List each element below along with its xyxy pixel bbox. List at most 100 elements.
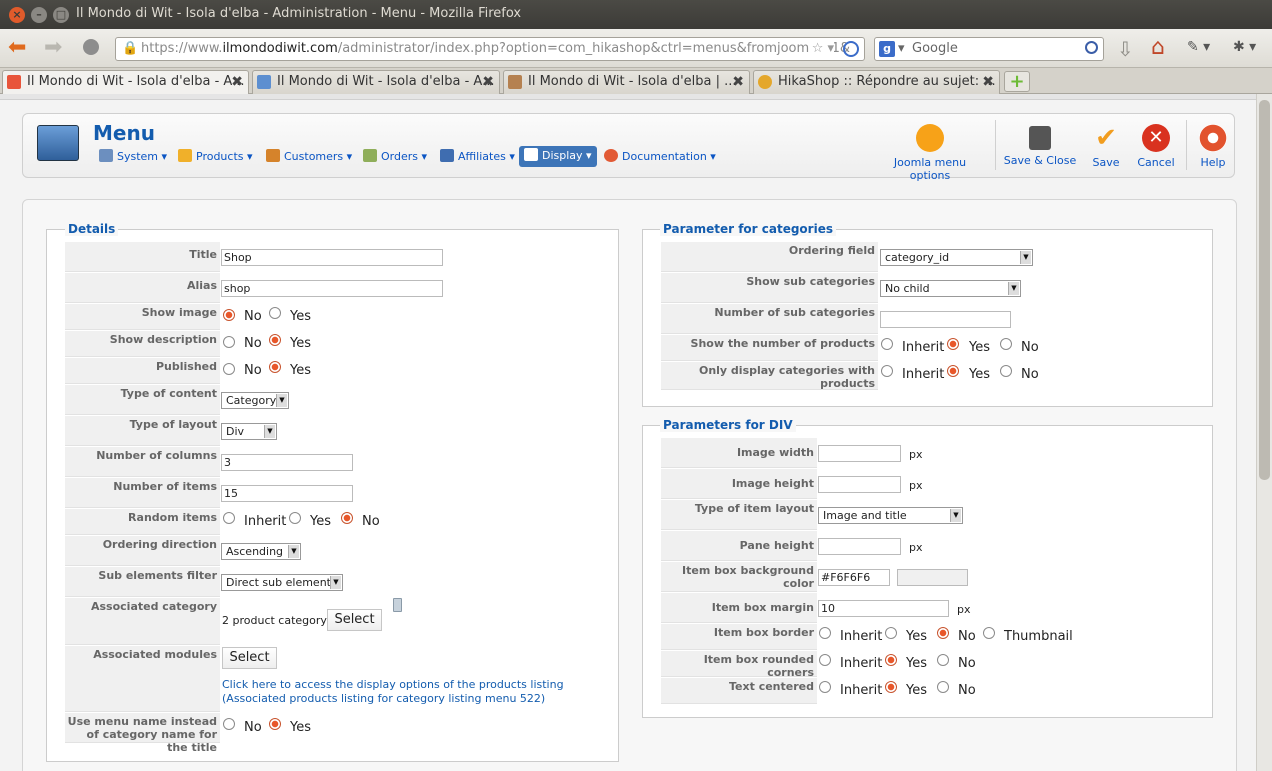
show-number-inherit-radio[interactable] — [881, 338, 893, 350]
associated-modules-select-button[interactable]: Select — [222, 647, 277, 669]
back-icon[interactable]: ⬅ — [8, 37, 26, 59]
save-button[interactable]: ✔ Save — [1089, 120, 1123, 172]
products-listing-link[interactable]: Click here to access the display options… — [222, 678, 564, 692]
text-centered-yes-radio[interactable] — [885, 681, 897, 693]
no-label: No — [1021, 340, 1039, 355]
site-icon — [508, 75, 522, 89]
browser-tab[interactable]: HikaShop :: Répondre au sujet: ... ✖ — [753, 70, 1000, 94]
minimize-window-icon[interactable]: – — [31, 7, 47, 23]
menu-display[interactable]: Display ▾ — [519, 146, 597, 167]
random-items-inherit-radio[interactable] — [223, 512, 235, 524]
page-scrollbar[interactable] — [1256, 94, 1272, 771]
admin-toolbar: Menu System ▾ Products ▾ Customers ▾ Ord… — [22, 113, 1235, 182]
alias-input[interactable] — [221, 280, 443, 297]
text-centered-no-radio[interactable] — [937, 681, 949, 693]
identity-icon[interactable] — [83, 39, 99, 55]
ordering-direction-select[interactable]: Ascending ▼ — [221, 543, 301, 560]
reload-icon[interactable] — [843, 41, 859, 57]
sub-elements-filter-select[interactable]: Direct sub elements ▼ — [221, 574, 343, 591]
close-tab-icon[interactable]: ✖ — [231, 71, 243, 93]
help-button[interactable]: Help — [1195, 120, 1231, 172]
show-image-no-radio[interactable] — [223, 309, 235, 321]
menu-products[interactable]: Products ▾ — [178, 149, 253, 165]
new-tab-icon[interactable]: + — [1004, 71, 1030, 92]
menu-orders[interactable]: Orders ▾ — [363, 149, 427, 165]
url-bar[interactable]: 🔒 https://www.ilmondodiwit.com/administr… — [115, 37, 865, 61]
search-icon[interactable] — [1085, 41, 1098, 54]
categories-legend: Parameter for categories — [660, 222, 836, 236]
extension-icon[interactable]: ✱ ▾ — [1233, 39, 1256, 55]
browser-tab[interactable]: Il Mondo di Wit - Isola d'elba - A... ✖ — [252, 70, 500, 94]
title-input[interactable] — [221, 249, 443, 266]
inherit-label: Inherit — [902, 367, 945, 382]
bookmark-star-icon[interactable]: ☆ ▾ — [808, 38, 834, 60]
show-number-yes-radio[interactable] — [947, 338, 959, 350]
item-box-border-inherit-radio[interactable] — [819, 627, 831, 639]
show-sub-categories-select[interactable]: No child ▼ — [880, 280, 1021, 297]
home-icon[interactable]: ⌂ — [1151, 35, 1165, 60]
menu-affiliates[interactable]: Affiliates ▾ — [440, 149, 515, 165]
cancel-button[interactable]: ✕ Cancel — [1135, 120, 1177, 172]
close-tab-icon[interactable]: ✖ — [982, 71, 994, 93]
search-bar[interactable]: g ▾ Google — [874, 37, 1104, 61]
show-number-of-products-label: Show the number of products — [661, 335, 878, 361]
only-display-no-radio[interactable] — [1000, 365, 1012, 377]
text-centered-inherit-radio[interactable] — [819, 681, 831, 693]
browser-tab[interactable]: Il Mondo di Wit - Isola d'elba - A... ✖ — [2, 70, 249, 94]
yes-label: Yes — [906, 683, 927, 698]
random-items-yes-radio[interactable] — [289, 512, 301, 524]
delete-icon[interactable] — [393, 598, 402, 612]
joomla-menu-options-button[interactable]: Joomla menu options — [876, 120, 984, 182]
show-description-label: Show description — [65, 331, 220, 357]
type-of-item-layout-select[interactable]: Image and title ▼ — [818, 507, 963, 524]
published-yes-radio[interactable] — [269, 361, 281, 373]
scrollbar-thumb[interactable] — [1259, 100, 1270, 480]
show-image-yes-radio[interactable] — [269, 307, 281, 319]
use-menu-name-no-radio[interactable] — [223, 718, 235, 730]
pane-height-input[interactable] — [818, 538, 901, 555]
window-titlebar: × – □ Il Mondo di Wit - Isola d'elba - A… — [0, 0, 1272, 29]
forward-icon[interactable]: ➡ — [44, 37, 62, 59]
title-label: Title — [65, 242, 220, 272]
menu-documentation[interactable]: Documentation ▾ — [604, 149, 716, 165]
random-items-no-radio[interactable] — [341, 512, 353, 524]
menu-system[interactable]: System ▾ — [99, 149, 167, 165]
only-display-yes-radio[interactable] — [947, 365, 959, 377]
rounded-corners-yes-radio[interactable] — [885, 654, 897, 666]
show-description-no-radio[interactable] — [223, 336, 235, 348]
tab-label: Il Mondo di Wit - Isola d'elba | ... — [528, 74, 737, 89]
save-close-button[interactable]: Save & Close — [1003, 120, 1077, 172]
show-number-no-radio[interactable] — [1000, 338, 1012, 350]
only-display-inherit-radio[interactable] — [881, 365, 893, 377]
item-box-border-yes-radio[interactable] — [885, 627, 897, 639]
close-window-icon[interactable]: × — [9, 7, 25, 23]
use-menu-name-yes-radio[interactable] — [269, 718, 281, 730]
number-of-items-input[interactable] — [221, 485, 353, 502]
item-box-border-thumbnail-radio[interactable] — [983, 627, 995, 639]
item-box-border-no-radio[interactable] — [937, 627, 949, 639]
ordering-field-select[interactable]: category_id ▼ — [880, 249, 1033, 266]
image-width-input[interactable] — [818, 445, 901, 462]
number-of-sub-categories-input[interactable] — [880, 311, 1011, 328]
item-box-margin-input[interactable] — [818, 600, 949, 617]
close-tab-icon[interactable]: ✖ — [732, 71, 744, 93]
download-icon[interactable]: ⇩ — [1117, 37, 1134, 61]
rounded-corners-inherit-radio[interactable] — [819, 654, 831, 666]
type-of-layout-select[interactable]: Div ▼ — [221, 423, 277, 440]
dropper-icon[interactable]: ✎ ▾ — [1187, 39, 1210, 55]
show-description-yes-radio[interactable] — [269, 334, 281, 346]
color-swatch[interactable] — [897, 569, 968, 586]
close-tab-icon[interactable]: ✖ — [482, 71, 494, 93]
published-no-radio[interactable] — [223, 363, 235, 375]
rounded-corners-no-radio[interactable] — [937, 654, 949, 666]
image-width-label: Image width — [661, 438, 817, 468]
maximize-window-icon[interactable]: □ — [53, 7, 69, 23]
products-listing-link-note[interactable]: (Associated products listing for categor… — [222, 692, 545, 706]
item-box-background-color-input[interactable] — [818, 569, 890, 586]
type-of-content-select[interactable]: Category ▼ — [221, 392, 289, 409]
number-of-columns-input[interactable] — [221, 454, 353, 471]
associated-category-select-button[interactable]: Select — [327, 609, 382, 631]
image-height-input[interactable] — [818, 476, 901, 493]
menu-customers[interactable]: Customers ▾ — [266, 149, 352, 165]
browser-tab[interactable]: Il Mondo di Wit - Isola d'elba | ... ✖ — [503, 70, 750, 94]
